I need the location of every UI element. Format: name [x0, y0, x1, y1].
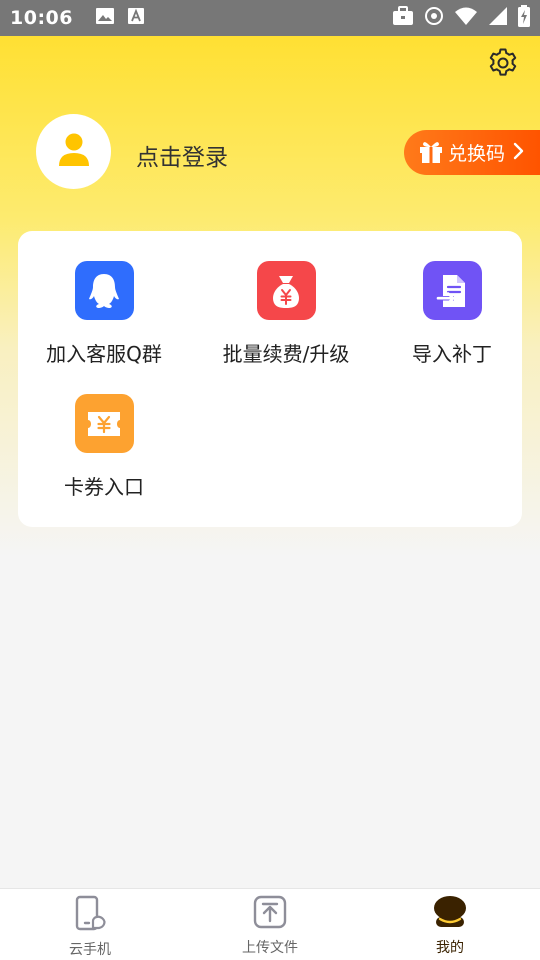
qq-penguin-icon	[74, 261, 134, 320]
file-import-icon	[422, 261, 482, 320]
user-avatar-icon	[57, 132, 91, 172]
phone-icon	[73, 895, 107, 935]
bottom-nav: 云手机 上传文件 我的	[0, 888, 540, 960]
status-bar: 10:06	[0, 0, 540, 36]
text-format-icon	[127, 7, 145, 29]
signal-icon	[488, 6, 508, 30]
battery-icon	[518, 5, 530, 31]
nav-item-upload-file[interactable]: 上传文件	[210, 895, 330, 959]
redeem-code-button[interactable]: 兑换码	[404, 130, 540, 175]
nav-label: 上传文件	[242, 940, 298, 956]
menu-item-join-qq-group[interactable]: 加入客服Q群	[19, 261, 189, 381]
user-icon	[432, 895, 468, 933]
hotspot-icon	[424, 6, 444, 30]
nav-label: 云手机	[69, 942, 111, 958]
coupon-icon	[74, 394, 134, 453]
nav-label: 我的	[436, 940, 464, 956]
status-time: 10:06	[10, 7, 73, 29]
menu-item-coupon-entry[interactable]: 卡券入口	[19, 394, 189, 514]
gallery-icon	[95, 7, 115, 29]
briefcase-icon	[392, 6, 414, 30]
status-right-icons	[392, 5, 530, 31]
menu-label: 批量续费/升级	[222, 342, 350, 366]
upload-icon	[253, 895, 287, 933]
settings-button[interactable]	[486, 48, 520, 82]
chevron-right-icon	[513, 142, 525, 164]
login-link[interactable]: 点击登录	[136, 138, 228, 172]
gear-icon	[487, 47, 519, 83]
menu-label: 导入补丁	[412, 342, 492, 366]
feature-menu-card: 加入客服Q群 批量续费/升级 导入补丁 卡券入口	[18, 231, 522, 527]
nav-item-mine[interactable]: 我的	[390, 895, 510, 959]
money-bag-icon	[256, 261, 316, 320]
menu-label: 加入客服Q群	[46, 342, 162, 366]
redeem-code-label: 兑换码	[448, 143, 506, 165]
menu-item-batch-renew[interactable]: 批量续费/升级	[201, 261, 371, 381]
menu-item-import-patch[interactable]: 导入补丁	[367, 261, 537, 381]
wifi-icon	[454, 6, 478, 30]
status-left-icons	[95, 7, 145, 29]
gift-icon	[418, 138, 444, 168]
nav-item-cloud-phone[interactable]: 云手机	[30, 895, 150, 959]
menu-label: 卡券入口	[64, 475, 144, 499]
avatar[interactable]	[36, 114, 111, 189]
